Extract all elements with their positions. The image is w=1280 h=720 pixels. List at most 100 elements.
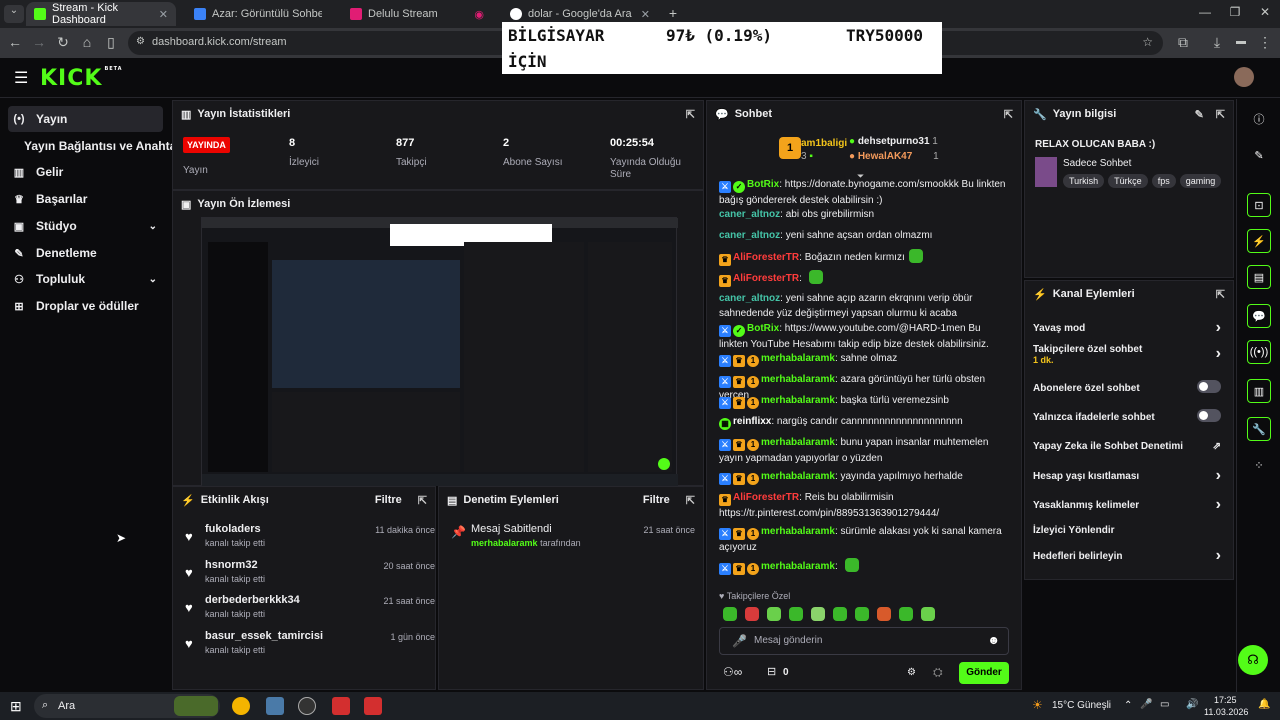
extensions-icon[interactable]: ⧉ bbox=[1174, 34, 1192, 51]
volume-icon[interactable]: 🔊 bbox=[1186, 699, 1198, 710]
chart-icon[interactable]: ▥ bbox=[1247, 379, 1271, 403]
chat-username[interactable]: merhabalaramk bbox=[761, 471, 835, 482]
tag-chip[interactable]: gaming bbox=[1179, 174, 1222, 188]
back-icon[interactable]: ← bbox=[6, 34, 24, 50]
nav-item-gelir[interactable]: ▥ Gelir bbox=[8, 159, 163, 185]
profile-flag-icon[interactable]: ▬ bbox=[1232, 36, 1250, 47]
channel-action-8[interactable]: Hedefleri belirleyin › bbox=[1033, 547, 1221, 565]
edit-pencil-icon[interactable]: ✎ bbox=[1247, 143, 1271, 167]
emote-icon[interactable] bbox=[833, 607, 847, 621]
emoji-icon[interactable]: ☻ bbox=[987, 633, 1000, 647]
menu-dots-icon[interactable]: ⋮ bbox=[1256, 34, 1274, 51]
weather-text[interactable]: 15°C Güneşli bbox=[1052, 700, 1111, 711]
chat-username[interactable]: merhabalaramk bbox=[761, 395, 835, 406]
add-widget-icon[interactable]: ⁘ bbox=[1247, 453, 1271, 477]
channel-action-6[interactable]: Yasaklanmış kelimeler › bbox=[1033, 496, 1221, 514]
chevron-right-icon[interactable]: › bbox=[1216, 345, 1221, 363]
chat-input[interactable]: 🎤 Mesaj gönderin ☻ bbox=[719, 627, 1009, 655]
category-thumbnail[interactable] bbox=[1035, 157, 1057, 187]
chat-username[interactable]: merhabalaramk bbox=[761, 526, 835, 537]
follower-name[interactable]: fukoladers bbox=[205, 523, 261, 535]
chevron-right-icon[interactable]: › bbox=[1216, 547, 1221, 565]
emote-icon[interactable] bbox=[745, 607, 759, 621]
popout-icon[interactable]: ⇱ bbox=[1216, 288, 1225, 301]
emote-icon[interactable] bbox=[789, 607, 803, 621]
chevron-right-icon[interactable]: › bbox=[1216, 467, 1221, 485]
wrench-icon[interactable]: 🔧 bbox=[1247, 417, 1271, 441]
chat-username[interactable]: AliForesterTR bbox=[733, 252, 799, 263]
channel-action-4[interactable]: Yapay Zeka ile Sohbet Denetimi ⇗ bbox=[1033, 437, 1221, 455]
emote-icon[interactable] bbox=[877, 607, 891, 621]
lightning-icon[interactable]: ⚡ bbox=[1247, 229, 1271, 253]
document-icon[interactable]: ▤ bbox=[1247, 265, 1271, 289]
info-icon[interactable]: ⓘ bbox=[1247, 107, 1271, 131]
channel-action-5[interactable]: Hesap yaşı kısıtlaması › bbox=[1033, 467, 1221, 485]
channel-points-icon[interactable]: ⚇∞ bbox=[723, 665, 742, 679]
channel-action-7[interactable]: İzleyici Yönlendir bbox=[1033, 521, 1221, 539]
chevron-right-icon[interactable]: › bbox=[1216, 496, 1221, 514]
hamburger-menu-icon[interactable]: ☰ bbox=[14, 68, 28, 88]
edit-pencil-icon[interactable]: ✎ bbox=[1195, 108, 1204, 121]
follower-name[interactable]: derbederberkkk34 bbox=[205, 594, 300, 606]
emote-icon[interactable] bbox=[723, 607, 737, 621]
app-red-icon-2[interactable] bbox=[364, 697, 382, 715]
channel-action-2[interactable]: Abonelere özel sohbet bbox=[1033, 379, 1221, 397]
nav-item-stream-key[interactable]: Yayın Bağlantısı ve Anahtarı bbox=[20, 133, 184, 159]
tag-chip[interactable]: Türkçe bbox=[1108, 174, 1148, 188]
emote-icon[interactable] bbox=[921, 607, 935, 621]
emote-icon[interactable] bbox=[811, 607, 825, 621]
chat-username[interactable]: caner_altnoz bbox=[719, 293, 780, 304]
tab-list-button[interactable]: ⌄ bbox=[4, 5, 24, 23]
nav-item-studyo[interactable]: ▣ Stüdyo ⌄ bbox=[8, 213, 163, 239]
clock-time[interactable]: 17:25 bbox=[1214, 695, 1237, 705]
emote-icon[interactable] bbox=[767, 607, 781, 621]
new-tab-icon[interactable]: + bbox=[664, 5, 682, 21]
chat-username[interactable]: caner_altnoz bbox=[719, 230, 780, 241]
chat-username[interactable]: AliForesterTR bbox=[733, 273, 799, 284]
reload-icon[interactable]: ↻ bbox=[54, 34, 72, 51]
taskbar-search[interactable]: ⌕ Ara bbox=[34, 694, 220, 718]
popout-icon[interactable]: ⇱ bbox=[686, 108, 695, 121]
notification-bell-icon[interactable]: 🔔 bbox=[1258, 699, 1270, 710]
popout-icon[interactable]: ⇱ bbox=[1004, 108, 1013, 121]
chat-username[interactable]: caner_altnoz bbox=[719, 209, 780, 220]
chat-scrollbar[interactable] bbox=[1021, 481, 1022, 581]
emote-icon[interactable] bbox=[899, 607, 913, 621]
app-red-icon[interactable] bbox=[332, 697, 350, 715]
follower-name[interactable]: hsnorm32 bbox=[205, 559, 258, 571]
external-link-icon[interactable]: ⇗ bbox=[1213, 441, 1221, 452]
moderator-shield-icon[interactable]: ⛭ bbox=[933, 665, 943, 680]
settings-gear-icon[interactable]: ⚙ bbox=[907, 667, 916, 678]
popout-icon[interactable]: ⇱ bbox=[418, 494, 427, 507]
side-panel-icon[interactable]: ▯ bbox=[102, 34, 120, 51]
chat-username[interactable]: BotRix bbox=[747, 323, 779, 334]
tag-chip[interactable]: fps bbox=[1151, 174, 1176, 188]
chat-icon[interactable]: 💬 bbox=[1247, 304, 1271, 328]
channel-action-1[interactable]: Takipçilere özel sohbet 1 dk. › bbox=[1033, 344, 1221, 365]
tab-azar[interactable]: Azar: Görüntülü Sohbet & V bbox=[186, 2, 336, 26]
popout-icon[interactable]: ⇱ bbox=[1216, 108, 1225, 121]
chat-username[interactable]: merhabalaramk bbox=[761, 437, 835, 448]
tab-delulu[interactable]: Delulu Stream ◉ bbox=[342, 2, 492, 26]
chat-username[interactable]: reinflixx bbox=[733, 416, 771, 427]
tray-mic-icon[interactable]: 🎤 bbox=[1140, 699, 1152, 710]
emote-icon[interactable] bbox=[855, 607, 869, 621]
nav-item-topluluk[interactable]: ⚇ Topluluk ⌄ bbox=[8, 266, 163, 292]
support-headset-icon[interactable]: ☊ bbox=[1238, 645, 1268, 675]
scan-icon[interactable]: ⊡ bbox=[1247, 193, 1271, 217]
toggle-switch[interactable] bbox=[1197, 380, 1221, 393]
mod-user[interactable]: merhabalaramk bbox=[471, 538, 538, 548]
obs-icon[interactable] bbox=[298, 697, 316, 715]
chrome-icon[interactable] bbox=[232, 697, 250, 715]
channel-action-3[interactable]: Yalnızca ifadelerle sohbet bbox=[1033, 408, 1221, 426]
chevron-right-icon[interactable]: › bbox=[1216, 319, 1221, 337]
broadcast-icon[interactable]: ((•)) bbox=[1247, 340, 1271, 364]
popout-icon[interactable]: ⇱ bbox=[686, 494, 695, 507]
toggle-switch[interactable] bbox=[1197, 409, 1221, 422]
chat-username[interactable]: merhabalaramk bbox=[761, 374, 835, 385]
filter-button[interactable]: Filtre bbox=[643, 494, 670, 506]
toggle-container[interactable] bbox=[1197, 380, 1221, 396]
follower-name[interactable]: basur_essek_tamircisi bbox=[205, 630, 323, 642]
tray-chevron-icon[interactable]: ⌃ bbox=[1124, 700, 1132, 711]
calculator-icon[interactable] bbox=[266, 697, 284, 715]
